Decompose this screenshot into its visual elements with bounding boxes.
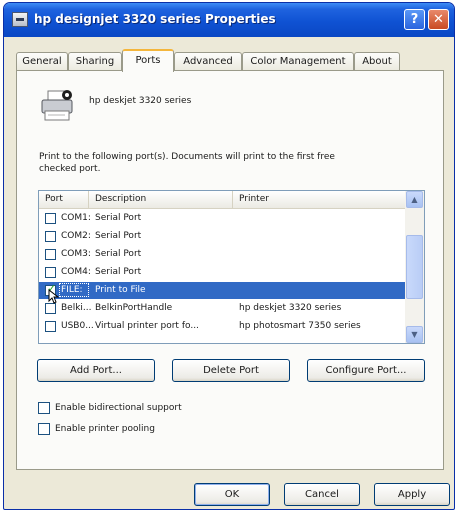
tab-general[interactable]: General [16, 52, 68, 71]
properties-dialog: hp designjet 3320 series Properties ? ✕ … [3, 2, 455, 510]
apply-button[interactable]: Apply [374, 483, 450, 506]
port-name: COM1: [61, 213, 91, 223]
window-title: hp designjet 3320 series Properties [34, 12, 276, 26]
port-row-com1[interactable]: COM1: Serial Port [39, 210, 405, 227]
help-button[interactable]: ? [404, 9, 425, 30]
add-port-button[interactable]: Add Port... [37, 359, 155, 382]
question-mark-icon: ? [410, 12, 419, 27]
port-checkbox[interactable] [45, 267, 56, 278]
cancel-button[interactable]: Cancel [284, 483, 360, 506]
port-checkbox[interactable] [45, 303, 56, 314]
port-row-file[interactable]: ✓ FILE: Print to File [39, 282, 405, 304]
port-name: FILE: [61, 285, 83, 295]
port-description: Serial Port [95, 213, 142, 223]
port-printer: hp deskjet 3320 series [239, 303, 342, 313]
port-description: Print to File [95, 285, 146, 295]
printer-pooling-checkbox[interactable] [38, 423, 50, 435]
port-printer: hp photosmart 7350 series [239, 321, 361, 331]
ok-button[interactable]: OK [194, 483, 270, 506]
close-icon: ✕ [433, 12, 444, 27]
port-description: Virtual printer port fo... [95, 321, 199, 331]
column-header-description[interactable]: Description [89, 191, 233, 208]
tab-strip: General Sharing Ports Advanced Color Man… [16, 49, 442, 72]
tab-about[interactable]: About [354, 52, 400, 71]
port-name: Belki... [61, 303, 92, 313]
printer-icon [41, 90, 73, 121]
chevron-down-icon: ▼ [411, 330, 418, 339]
printer-app-icon [12, 12, 28, 27]
port-row-belkin[interactable]: Belki... BelkinPortHandle hp deskjet 332… [39, 300, 405, 317]
tab-color-management[interactable]: Color Management [242, 52, 354, 71]
port-checkbox[interactable] [45, 213, 56, 224]
scroll-up-button[interactable]: ▲ [406, 191, 423, 208]
port-list-scrollbar[interactable]: ▲ ▼ [405, 191, 424, 343]
printer-pooling-label: Enable printer pooling [55, 424, 155, 434]
close-button[interactable]: ✕ [428, 9, 449, 30]
tab-advanced[interactable]: Advanced [174, 52, 242, 71]
port-instruction: Print to the following port(s). Document… [39, 152, 335, 174]
ports-tab-panel: hp deskjet 3320 series Print to the foll… [16, 70, 444, 470]
tab-ports[interactable]: Ports [122, 49, 174, 72]
column-header-printer[interactable]: Printer [233, 191, 405, 208]
port-name: COM3: [61, 249, 91, 259]
port-description: Serial Port [95, 249, 142, 259]
port-description: BelkinPortHandle [95, 303, 173, 313]
port-list[interactable]: Port Description Printer COM1: Serial Po… [38, 190, 425, 344]
port-row-com2[interactable]: COM2: Serial Port [39, 228, 405, 245]
port-row-com3[interactable]: COM3: Serial Port [39, 246, 405, 263]
bidirectional-support-label: Enable bidirectional support [55, 403, 182, 413]
port-row-com4[interactable]: COM4: Serial Port [39, 264, 405, 281]
printer-name: hp deskjet 3320 series [89, 96, 192, 106]
port-row-usb[interactable]: USB0... Virtual printer port fo... hp ph… [39, 318, 405, 335]
port-name: USB0... [61, 321, 94, 331]
tab-sharing[interactable]: Sharing [68, 52, 122, 71]
port-checkbox[interactable] [45, 249, 56, 260]
scroll-down-button[interactable]: ▼ [406, 326, 423, 343]
column-header-port[interactable]: Port [39, 191, 89, 208]
mouse-cursor-icon [48, 289, 59, 304]
port-name: COM2: [61, 231, 91, 241]
scroll-thumb[interactable] [406, 235, 423, 299]
port-checkbox[interactable] [45, 321, 56, 332]
port-description: Serial Port [95, 267, 142, 277]
port-checkbox[interactable] [45, 231, 56, 242]
port-description: Serial Port [95, 231, 142, 241]
port-list-header: Port Description Printer [39, 191, 405, 209]
bidirectional-support-checkbox[interactable] [38, 402, 50, 414]
title-bar[interactable]: hp designjet 3320 series Properties ? ✕ [4, 3, 454, 37]
chevron-up-icon: ▲ [411, 195, 418, 204]
delete-port-button[interactable]: Delete Port [172, 359, 290, 382]
configure-port-button[interactable]: Configure Port... [307, 359, 425, 382]
port-name: COM4: [61, 267, 91, 277]
